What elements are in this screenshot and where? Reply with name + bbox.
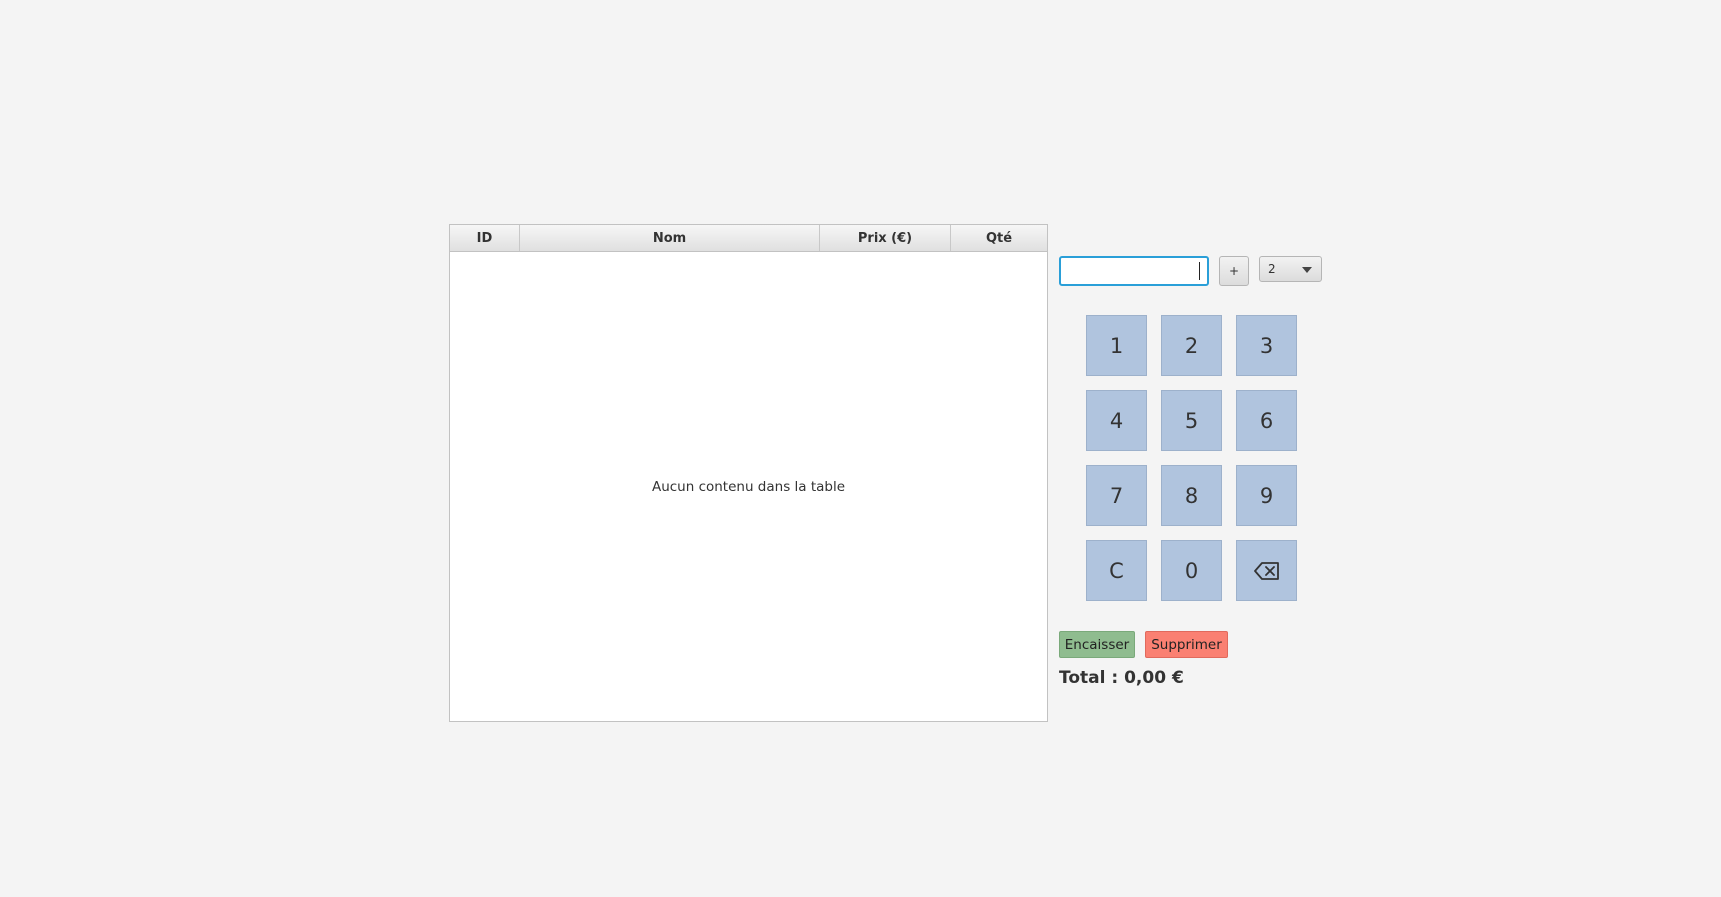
key-4[interactable]: 4 [1086,390,1147,451]
key-2[interactable]: 2 [1161,315,1222,376]
column-header-nom[interactable]: Nom [520,225,820,251]
key-6[interactable]: 6 [1236,390,1297,451]
column-header-prix[interactable]: Prix (€) [820,225,951,251]
column-header-qte[interactable]: Qté [951,225,1047,251]
pos-window: ID Nom Prix (€) Qté Aucun contenu dans l… [0,0,1721,897]
key-9[interactable]: 9 [1236,465,1297,526]
key-backspace[interactable] [1236,540,1297,601]
total-label: Total : 0,00 € [1059,668,1184,688]
chevron-down-icon [1302,267,1312,273]
column-header-id[interactable]: ID [450,225,520,251]
key-7[interactable]: 7 [1086,465,1147,526]
text-caret [1199,262,1200,280]
code-input[interactable] [1059,256,1209,286]
supprimer-button[interactable]: Supprimer [1145,631,1228,658]
key-5[interactable]: 5 [1161,390,1222,451]
table-header: ID Nom Prix (€) Qté [450,225,1047,252]
key-clear[interactable]: C [1086,540,1147,601]
encaisser-button[interactable]: Encaisser [1059,631,1135,658]
key-3[interactable]: 3 [1236,315,1297,376]
key-0[interactable]: 0 [1161,540,1222,601]
key-1[interactable]: 1 [1086,315,1147,376]
cart-table[interactable]: ID Nom Prix (€) Qté Aucun contenu dans l… [449,224,1048,722]
backspace-icon [1253,561,1279,580]
add-button[interactable]: + [1219,256,1249,286]
key-8[interactable]: 8 [1161,465,1222,526]
quantity-select-value: 2 [1268,262,1276,276]
table-empty-message: Aucun contenu dans la table [651,478,846,495]
numeric-keypad: 1 2 3 4 5 6 7 8 9 C 0 [1086,315,1297,601]
quantity-select[interactable]: 2 [1259,256,1322,282]
